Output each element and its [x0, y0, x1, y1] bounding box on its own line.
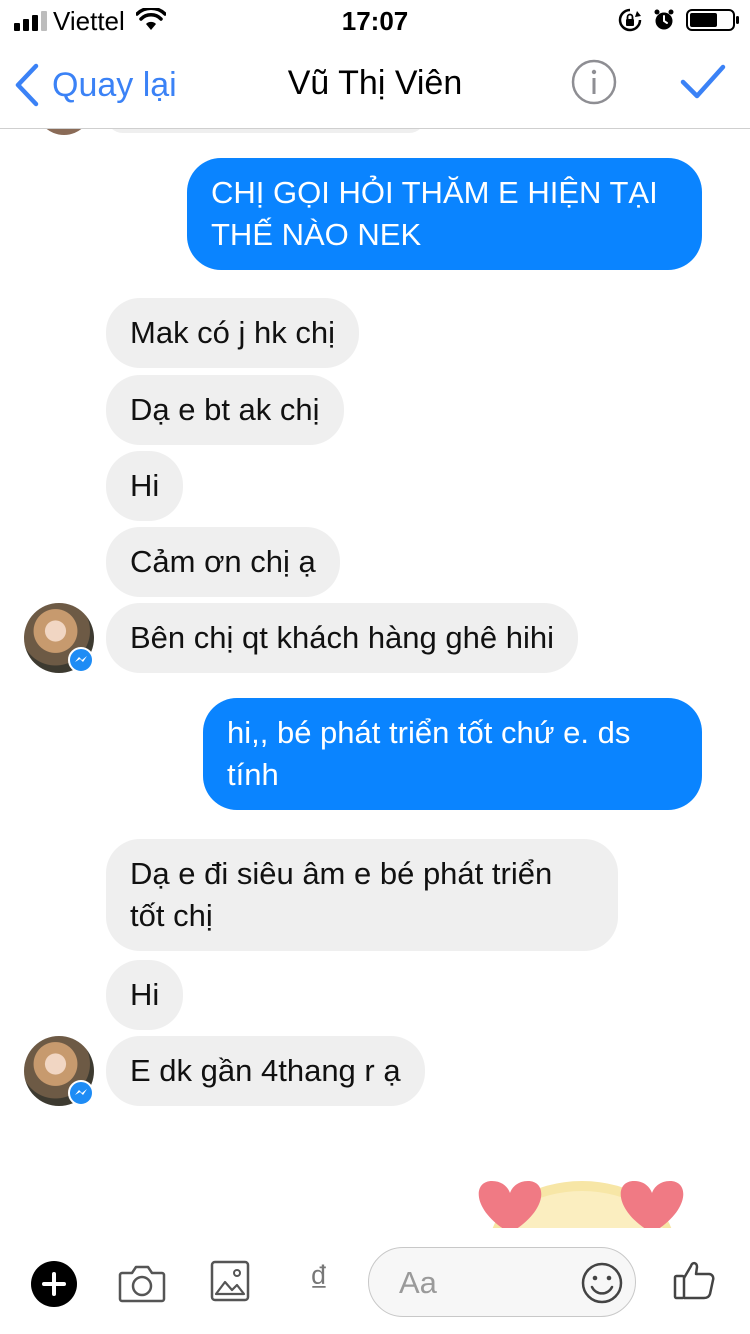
rotation-lock-icon	[618, 8, 642, 32]
battery-icon	[686, 9, 739, 31]
message-list[interactable]: CHỊ GỌI HỎI THĂM E HIỆN TẠI THẾ NÀO NEK …	[0, 129, 750, 1228]
message-bubble-incoming[interactable]: Dạ e đi siêu âm e bé phát triển tốt chị	[106, 839, 618, 951]
avatar	[36, 129, 92, 135]
camera-icon[interactable]	[118, 1264, 166, 1304]
message-bubble-incoming[interactable]: E dk gần 4thang r ạ	[106, 1036, 425, 1106]
status-bar: Viettel 17:07	[0, 0, 750, 40]
message-bubble-outgoing[interactable]: CHỊ GỌI HỎI THĂM E HIỆN TẠI THẾ NÀO NEK	[187, 158, 702, 270]
payment-button[interactable]: ₫	[302, 1256, 336, 1304]
photo-icon[interactable]	[210, 1260, 250, 1302]
messenger-badge-icon	[68, 1080, 94, 1106]
thumbs-up-icon[interactable]	[672, 1258, 716, 1302]
contact-avatar[interactable]	[24, 603, 94, 673]
message-input[interactable]: Aa	[368, 1247, 636, 1317]
message-bubble-incoming[interactable]: Bên chị qt khách hàng ghê hihi	[106, 603, 578, 673]
message-bubble-incoming[interactable]: Dạ e bt ak chị	[106, 375, 344, 445]
message-bubble-incoming[interactable]: Hi	[106, 451, 184, 521]
nav-bar: Quay lại Vũ Thị Viên	[0, 40, 750, 129]
info-icon[interactable]	[570, 58, 618, 106]
checkmark-icon[interactable]	[680, 62, 726, 102]
message-bubble-outgoing[interactable]: hi,, bé phát triển tốt chứ e. ds tính	[203, 698, 702, 810]
message-bubble-incoming	[106, 129, 426, 133]
smiley-icon[interactable]	[581, 1262, 623, 1304]
message-bubble-incoming[interactable]: Mak có j hk chị	[106, 298, 360, 368]
heart-sticker-icon[interactable]	[462, 1155, 702, 1228]
conversation-title: Vũ Thị Viên	[287, 64, 463, 102]
message-input-placeholder: Aa	[399, 1265, 437, 1300]
message-bubble-incoming[interactable]: Hi	[106, 960, 184, 1030]
contact-avatar[interactable]	[24, 1036, 94, 1106]
messenger-badge-icon	[68, 647, 94, 673]
composer-bar: ₫ Aa	[0, 1228, 750, 1334]
message-bubble-incoming[interactable]: Cảm ơn chị ạ	[106, 527, 340, 597]
plus-icon[interactable]	[30, 1260, 78, 1308]
alarm-icon	[654, 9, 674, 30]
